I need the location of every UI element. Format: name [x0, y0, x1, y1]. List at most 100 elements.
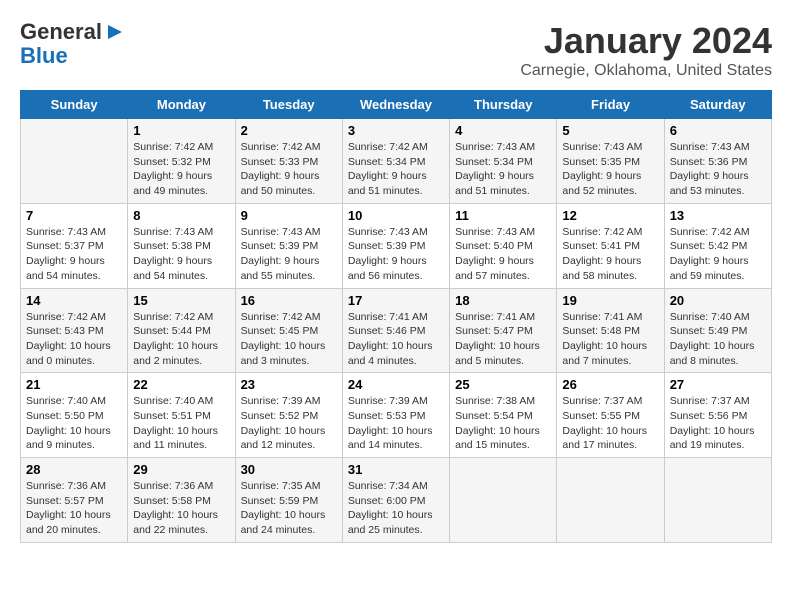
- day-number: 10: [348, 208, 444, 223]
- calendar-cell: 3 Sunrise: 7:42 AM Sunset: 5:34 PM Daylig…: [342, 119, 449, 204]
- day-number: 12: [562, 208, 658, 223]
- calendar-cell: 6Sunrise: 7:43 AM Sunset: 5:36 PM Daylig…: [664, 119, 771, 204]
- day-info: Sunrise: 7:37 AM Sunset: 5:55 PM Dayligh…: [562, 394, 658, 453]
- day-info: Sunrise: 7:43 AM Sunset: 5:37 PM Dayligh…: [26, 225, 122, 284]
- calendar-cell: 14 Sunrise: 7:42 AM Sunset: 5:43 PM Dayli…: [21, 288, 128, 373]
- calendar-cell: 13Sunrise: 7:42 AM Sunset: 5:42 PM Dayli…: [664, 203, 771, 288]
- day-info: Sunrise: 7:41 AM Sunset: 5:47 PM Dayligh…: [455, 310, 551, 369]
- calendar-cell: 10 Sunrise: 7:43 AM Sunset: 5:39 PM Dayli…: [342, 203, 449, 288]
- day-info: Sunrise: 7:41 AM Sunset: 5:46 PM Dayligh…: [348, 310, 444, 369]
- day-number: 7: [26, 208, 122, 223]
- day-number: 3: [348, 123, 444, 138]
- day-info: Sunrise: 7:35 AM Sunset: 5:59 PM Dayligh…: [241, 479, 337, 538]
- calendar-cell: 15Sunrise: 7:42 AM Sunset: 5:44 PM Dayli…: [128, 288, 235, 373]
- calendar-cell: 23 Sunrise: 7:39 AM Sunset: 5:52 PM Dayli…: [235, 373, 342, 458]
- calendar-cell: 11 Sunrise: 7:43 AM Sunset: 5:40 PM Dayli…: [450, 203, 557, 288]
- day-number: 8: [133, 208, 229, 223]
- day-info: Sunrise: 7:42 AM Sunset: 5:44 PM Dayligh…: [133, 310, 229, 369]
- day-info: Sunrise: 7:34 AM Sunset: 6:00 PM Dayligh…: [348, 479, 444, 538]
- day-info: Sunrise: 7:40 AM Sunset: 5:50 PM Dayligh…: [26, 394, 122, 453]
- calendar-cell: 26 Sunrise: 7:37 AM Sunset: 5:55 PM Dayli…: [557, 373, 664, 458]
- day-number: 11: [455, 208, 551, 223]
- header: General Blue January 2024 Carnegie, Okla…: [20, 20, 772, 80]
- calendar-body: 1Sunrise: 7:42 AM Sunset: 5:32 PM Daylig…: [21, 119, 772, 543]
- calendar-cell: [21, 119, 128, 204]
- day-info: Sunrise: 7:39 AM Sunset: 5:53 PM Dayligh…: [348, 394, 444, 453]
- column-header-thursday: Thursday: [450, 91, 557, 119]
- calendar-cell: 7 Sunrise: 7:43 AM Sunset: 5:37 PM Daylig…: [21, 203, 128, 288]
- day-info: Sunrise: 7:37 AM Sunset: 5:56 PM Dayligh…: [670, 394, 766, 453]
- day-info: Sunrise: 7:43 AM Sunset: 5:39 PM Dayligh…: [241, 225, 337, 284]
- calendar-week-3: 14 Sunrise: 7:42 AM Sunset: 5:43 PM Dayli…: [21, 288, 772, 373]
- column-header-sunday: Sunday: [21, 91, 128, 119]
- calendar-cell: 16 Sunrise: 7:42 AM Sunset: 5:45 PM Dayli…: [235, 288, 342, 373]
- column-header-monday: Monday: [128, 91, 235, 119]
- calendar-cell: 19 Sunrise: 7:41 AM Sunset: 5:48 PM Dayli…: [557, 288, 664, 373]
- calendar-week-4: 21 Sunrise: 7:40 AM Sunset: 5:50 PM Dayli…: [21, 373, 772, 458]
- day-number: 17: [348, 293, 444, 308]
- day-info: Sunrise: 7:43 AM Sunset: 5:38 PM Dayligh…: [133, 225, 229, 284]
- logo-arrow-icon: [104, 21, 126, 43]
- day-number: 26: [562, 377, 658, 392]
- page-subtitle: Carnegie, Oklahoma, United States: [520, 62, 772, 80]
- calendar-cell: 4Sunrise: 7:43 AM Sunset: 5:34 PM Daylig…: [450, 119, 557, 204]
- calendar-cell: 8 Sunrise: 7:43 AM Sunset: 5:38 PM Daylig…: [128, 203, 235, 288]
- day-info: Sunrise: 7:39 AM Sunset: 5:52 PM Dayligh…: [241, 394, 337, 453]
- calendar-week-5: 28 Sunrise: 7:36 AM Sunset: 5:57 PM Dayli…: [21, 458, 772, 543]
- calendar-header: SundayMondayTuesdayWednesdayThursdayFrid…: [21, 91, 772, 119]
- day-number: 13: [670, 208, 766, 223]
- day-number: 14: [26, 293, 122, 308]
- day-number: 21: [26, 377, 122, 392]
- day-info: Sunrise: 7:43 AM Sunset: 5:35 PM Dayligh…: [562, 140, 658, 199]
- day-number: 22: [133, 377, 229, 392]
- day-info: Sunrise: 7:38 AM Sunset: 5:54 PM Dayligh…: [455, 394, 551, 453]
- day-info: Sunrise: 7:42 AM Sunset: 5:45 PM Dayligh…: [241, 310, 337, 369]
- calendar-cell: 17 Sunrise: 7:41 AM Sunset: 5:46 PM Dayli…: [342, 288, 449, 373]
- day-number: 20: [670, 293, 766, 308]
- day-info: Sunrise: 7:40 AM Sunset: 5:49 PM Dayligh…: [670, 310, 766, 369]
- day-info: Sunrise: 7:42 AM Sunset: 5:43 PM Dayligh…: [26, 310, 122, 369]
- calendar-cell: 12 Sunrise: 7:42 AM Sunset: 5:41 PM Dayli…: [557, 203, 664, 288]
- day-info: Sunrise: 7:42 AM Sunset: 5:41 PM Dayligh…: [562, 225, 658, 284]
- day-number: 16: [241, 293, 337, 308]
- calendar-cell: 29Sunrise: 7:36 AM Sunset: 5:58 PM Dayli…: [128, 458, 235, 543]
- calendar-cell: 30 Sunrise: 7:35 AM Sunset: 5:59 PM Dayli…: [235, 458, 342, 543]
- calendar-cell: 22 Sunrise: 7:40 AM Sunset: 5:51 PM Dayli…: [128, 373, 235, 458]
- day-number: 9: [241, 208, 337, 223]
- day-info: Sunrise: 7:42 AM Sunset: 5:33 PM Dayligh…: [241, 140, 337, 199]
- page-title: January 2024: [520, 20, 772, 62]
- calendar-cell: [664, 458, 771, 543]
- day-number: 27: [670, 377, 766, 392]
- day-number: 4: [455, 123, 551, 138]
- calendar-week-2: 7 Sunrise: 7:43 AM Sunset: 5:37 PM Daylig…: [21, 203, 772, 288]
- day-info: Sunrise: 7:36 AM Sunset: 5:57 PM Dayligh…: [26, 479, 122, 538]
- day-info: Sunrise: 7:43 AM Sunset: 5:39 PM Dayligh…: [348, 225, 444, 284]
- day-info: Sunrise: 7:40 AM Sunset: 5:51 PM Dayligh…: [133, 394, 229, 453]
- logo-text: General Blue: [20, 20, 126, 68]
- day-number: 28: [26, 462, 122, 477]
- day-info: Sunrise: 7:42 AM Sunset: 5:32 PM Dayligh…: [133, 140, 229, 199]
- day-info: Sunrise: 7:43 AM Sunset: 5:40 PM Dayligh…: [455, 225, 551, 284]
- calendar-cell: 31Sunrise: 7:34 AM Sunset: 6:00 PM Dayli…: [342, 458, 449, 543]
- calendar-cell: 25 Sunrise: 7:38 AM Sunset: 5:54 PM Dayli…: [450, 373, 557, 458]
- calendar-cell: 9 Sunrise: 7:43 AM Sunset: 5:39 PM Daylig…: [235, 203, 342, 288]
- calendar-table: SundayMondayTuesdayWednesdayThursdayFrid…: [20, 90, 772, 543]
- day-number: 25: [455, 377, 551, 392]
- calendar-cell: 27 Sunrise: 7:37 AM Sunset: 5:56 PM Dayli…: [664, 373, 771, 458]
- calendar-cell: 18Sunrise: 7:41 AM Sunset: 5:47 PM Dayli…: [450, 288, 557, 373]
- header-row: SundayMondayTuesdayWednesdayThursdayFrid…: [21, 91, 772, 119]
- day-number: 23: [241, 377, 337, 392]
- column-header-wednesday: Wednesday: [342, 91, 449, 119]
- day-info: Sunrise: 7:36 AM Sunset: 5:58 PM Dayligh…: [133, 479, 229, 538]
- day-info: Sunrise: 7:41 AM Sunset: 5:48 PM Dayligh…: [562, 310, 658, 369]
- title-area: January 2024 Carnegie, Oklahoma, United …: [520, 20, 772, 80]
- day-number: 30: [241, 462, 337, 477]
- logo-general: General: [20, 20, 102, 44]
- day-info: Sunrise: 7:43 AM Sunset: 5:36 PM Dayligh…: [670, 140, 766, 199]
- logo-blue: Blue: [20, 44, 126, 68]
- calendar-cell: 2Sunrise: 7:42 AM Sunset: 5:33 PM Daylig…: [235, 119, 342, 204]
- day-number: 19: [562, 293, 658, 308]
- calendar-cell: 20 Sunrise: 7:40 AM Sunset: 5:49 PM Dayli…: [664, 288, 771, 373]
- calendar-cell: 5Sunrise: 7:43 AM Sunset: 5:35 PM Daylig…: [557, 119, 664, 204]
- day-info: Sunrise: 7:42 AM Sunset: 5:34 PM Dayligh…: [348, 140, 444, 199]
